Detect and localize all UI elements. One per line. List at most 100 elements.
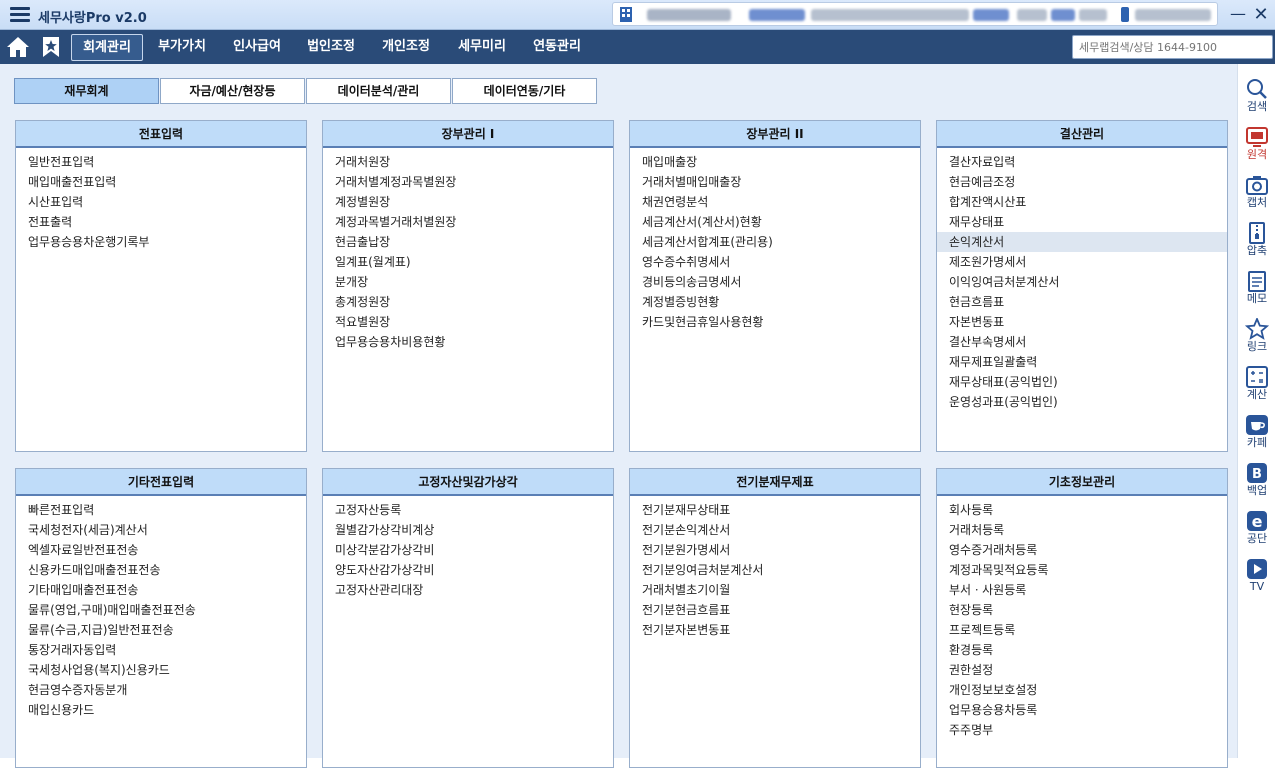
- company-info-strip[interactable]: [612, 2, 1218, 26]
- close-icon[interactable]: ✕: [1252, 6, 1270, 24]
- sidebar-link[interactable]: 링크: [1238, 318, 1275, 366]
- tab-data-integration[interactable]: 데이터연동/기타: [452, 78, 597, 104]
- menu-item[interactable]: 계정별원장: [323, 192, 613, 212]
- menu-item[interactable]: 빠른전표입력: [16, 500, 306, 520]
- menu-item[interactable]: 분개장: [323, 272, 613, 292]
- nav-tab-accounting[interactable]: 회계관리: [71, 34, 143, 61]
- menu-item[interactable]: 매입매출장: [630, 152, 920, 172]
- sidebar-search[interactable]: 검색: [1238, 78, 1275, 126]
- menu-item[interactable]: 신용카드매입매출전표전송: [16, 560, 306, 580]
- menu-item[interactable]: 국세청전자(세금)계산서: [16, 520, 306, 540]
- nav-tab-payroll[interactable]: 인사급여: [224, 34, 290, 61]
- menu-item[interactable]: 거래처별매입매출장: [630, 172, 920, 192]
- menu-item[interactable]: 거래처별초기이월: [630, 580, 920, 600]
- menu-item[interactable]: 경비등의송금명세서: [630, 272, 920, 292]
- menu-item[interactable]: 계정과목및적요등록: [937, 560, 1227, 580]
- menu-item[interactable]: 영수증거래처등록: [937, 540, 1227, 560]
- sidebar-cafe[interactable]: 카페: [1238, 414, 1275, 462]
- menu-item[interactable]: 재무상태표: [937, 212, 1227, 232]
- menu-item[interactable]: 계정과목별거래처별원장: [323, 212, 613, 232]
- sidebar-public-corp[interactable]: e 공단: [1238, 510, 1275, 558]
- menu-item[interactable]: 거래처원장: [323, 152, 613, 172]
- menu-item[interactable]: 결산자료입력: [937, 152, 1227, 172]
- nav-tab-vat[interactable]: 부가가치: [149, 34, 215, 61]
- menu-item[interactable]: 채권연령분석: [630, 192, 920, 212]
- menu-item[interactable]: 재무상태표(공익법인): [937, 372, 1227, 392]
- minimize-icon[interactable]: —: [1230, 6, 1246, 23]
- nav-tab-tax-preview[interactable]: 세무미리: [449, 34, 515, 61]
- menu-item[interactable]: 고정자산관리대장: [323, 580, 613, 600]
- menu-item[interactable]: 기타매입매출전표전송: [16, 580, 306, 600]
- menu-item[interactable]: 총계정원장: [323, 292, 613, 312]
- menu-item[interactable]: 전기분현금흐름표: [630, 600, 920, 620]
- menu-item[interactable]: 부서ㆍ사원등록: [937, 580, 1227, 600]
- menu-item[interactable]: 계정별증빙현황: [630, 292, 920, 312]
- menu-item[interactable]: 물류(영업,구매)매입매출전표전송: [16, 600, 306, 620]
- tab-funds-budget[interactable]: 자금/예산/현장등: [160, 78, 305, 104]
- sidebar-remote[interactable]: 원격: [1238, 126, 1275, 174]
- sidebar-compress[interactable]: 압축: [1238, 222, 1275, 270]
- menu-item[interactable]: 업무용승용차비용현황: [323, 332, 613, 352]
- menu-item[interactable]: 고정자산등록: [323, 500, 613, 520]
- menu-item[interactable]: 전기분자본변동표: [630, 620, 920, 640]
- menu-item[interactable]: 국세청사업용(복지)신용카드: [16, 660, 306, 680]
- menu-item[interactable]: 전표출력: [16, 212, 306, 232]
- menu-item[interactable]: 현금흐름표: [937, 292, 1227, 312]
- menu-item[interactable]: 일계표(월계표): [323, 252, 613, 272]
- menu-item[interactable]: 전기분잉여금처분계산서: [630, 560, 920, 580]
- nav-tab-integration[interactable]: 연동관리: [522, 34, 592, 61]
- menu-item[interactable]: 미상각분감가상각비: [323, 540, 613, 560]
- menu-item[interactable]: 환경등록: [937, 640, 1227, 660]
- tab-financial-accounting[interactable]: 재무회계: [14, 78, 159, 104]
- sidebar-calculator[interactable]: 계산: [1238, 366, 1275, 414]
- menu-item[interactable]: 자본변동표: [937, 312, 1227, 332]
- sidebar-memo[interactable]: 메모: [1238, 270, 1275, 318]
- menu-item[interactable]: 매입신용카드: [16, 700, 306, 720]
- sidebar-capture[interactable]: 캡처: [1238, 174, 1275, 222]
- menu-item[interactable]: 시산표입력: [16, 192, 306, 212]
- menu-item-hovered[interactable]: 손익계산서: [937, 232, 1227, 252]
- menu-item[interactable]: 업무용승용차운행기록부: [16, 232, 306, 252]
- menu-item[interactable]: 물류(수금,지급)일반전표전송: [16, 620, 306, 640]
- menu-item[interactable]: 엑셀자료일반전표전송: [16, 540, 306, 560]
- sidebar-backup[interactable]: B 백업: [1238, 462, 1275, 510]
- menu-item[interactable]: 결산부속명세서: [937, 332, 1227, 352]
- menu-item[interactable]: 프로젝트등록: [937, 620, 1227, 640]
- menu-item[interactable]: 전기분손익계산서: [630, 520, 920, 540]
- menu-item[interactable]: 운영성과표(공익법인): [937, 392, 1227, 412]
- menu-item[interactable]: 세금계산서합계표(관리용): [630, 232, 920, 252]
- menu-item[interactable]: 양도자산감가상각비: [323, 560, 613, 580]
- menu-item[interactable]: 영수증수취명세서: [630, 252, 920, 272]
- menu-item[interactable]: 업무용승용차등록: [937, 700, 1227, 720]
- menu-item[interactable]: 거래처별계정과목별원장: [323, 172, 613, 192]
- search-input[interactable]: [1072, 35, 1273, 59]
- menu-item[interactable]: 재무제표일괄출력: [937, 352, 1227, 372]
- menu-item[interactable]: 적요별원장: [323, 312, 613, 332]
- menu-item[interactable]: 전기분재무상태표: [630, 500, 920, 520]
- menu-item[interactable]: 이익잉여금처분계산서: [937, 272, 1227, 292]
- menu-item[interactable]: 주주명부: [937, 720, 1227, 740]
- menu-item[interactable]: 현장등록: [937, 600, 1227, 620]
- menu-item[interactable]: 월별감가상각비계상: [323, 520, 613, 540]
- menu-item[interactable]: 권한설정: [937, 660, 1227, 680]
- menu-item[interactable]: 거래처등록: [937, 520, 1227, 540]
- menu-item[interactable]: 세금계산서(계산서)현황: [630, 212, 920, 232]
- home-icon[interactable]: [6, 36, 30, 58]
- nav-tab-corporate-adjustment[interactable]: 법인조정: [298, 34, 364, 61]
- sidebar-tv[interactable]: TV: [1238, 558, 1275, 606]
- tab-data-analysis[interactable]: 데이터분석/관리: [306, 78, 451, 104]
- bookmark-star-icon[interactable]: [40, 36, 62, 58]
- menu-item[interactable]: 카드및현금휴일사용현황: [630, 312, 920, 332]
- menu-item[interactable]: 현금영수증자동분개: [16, 680, 306, 700]
- menu-item[interactable]: 통장거래자동입력: [16, 640, 306, 660]
- menu-item[interactable]: 현금예금조정: [937, 172, 1227, 192]
- menu-item[interactable]: 매입매출전표입력: [16, 172, 306, 192]
- nav-tab-personal-adjustment[interactable]: 개인조정: [373, 34, 439, 61]
- hamburger-menu-icon[interactable]: [10, 7, 30, 23]
- menu-item[interactable]: 회사등록: [937, 500, 1227, 520]
- menu-item[interactable]: 일반전표입력: [16, 152, 306, 172]
- menu-item[interactable]: 현금출납장: [323, 232, 613, 252]
- menu-item[interactable]: 개인정보보호설정: [937, 680, 1227, 700]
- menu-item[interactable]: 전기분원가명세서: [630, 540, 920, 560]
- menu-item[interactable]: 합계잔액시산표: [937, 192, 1227, 212]
